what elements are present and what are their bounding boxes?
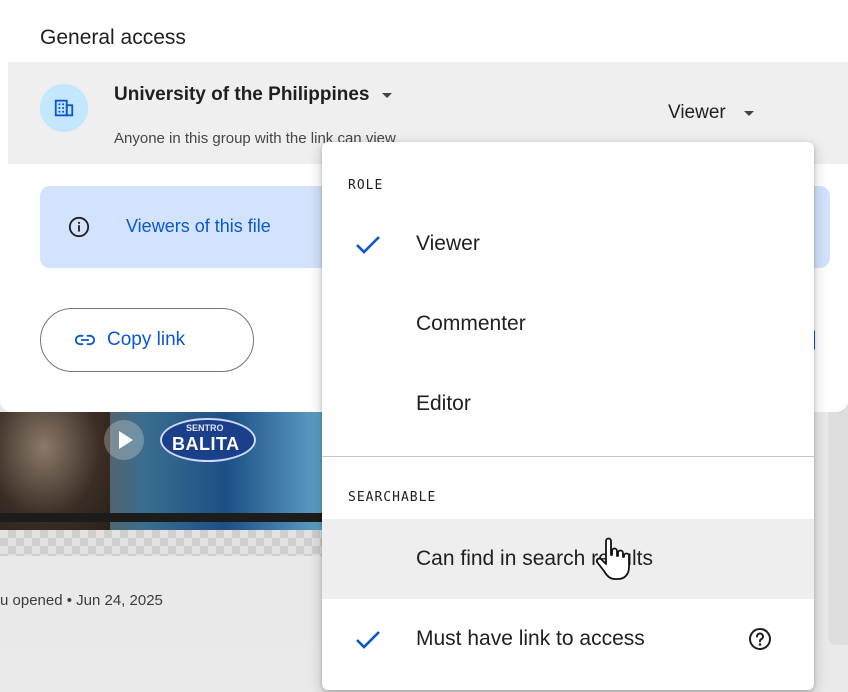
- menu-item-label: Viewer: [416, 232, 480, 255]
- background-card: [828, 405, 848, 645]
- organization-name: University of the Philippines: [114, 84, 370, 105]
- menu-item-label: Editor: [416, 392, 471, 415]
- menu-item-viewer[interactable]: Viewer: [322, 204, 814, 284]
- caret-down-icon: [381, 92, 392, 98]
- link-icon: [75, 334, 95, 346]
- info-banner-text: Viewers of this file: [126, 216, 271, 236]
- access-role-menu: ROLE Viewer Commenter Editor SEARCHABLE …: [322, 142, 814, 690]
- role-select-value: Viewer: [668, 102, 726, 123]
- thumbnail-logo-top: SENTRO: [186, 423, 224, 433]
- check-icon: [356, 236, 380, 254]
- help-icon[interactable]: [748, 627, 772, 651]
- copy-link-button[interactable]: Copy link: [40, 308, 254, 372]
- organization-icon: [40, 84, 88, 132]
- role-select[interactable]: Viewer: [668, 102, 754, 124]
- role-section-label: ROLE: [348, 178, 384, 193]
- file-opened-date: u opened • Jun 24, 2025: [0, 592, 163, 609]
- thumbnail-logo-main: BALITA: [172, 434, 240, 454]
- info-icon: [68, 216, 90, 238]
- play-icon: [104, 420, 144, 460]
- menu-item-commenter[interactable]: Commenter: [322, 284, 814, 364]
- caret-down-icon: [743, 110, 754, 116]
- menu-item-can-find-in-search[interactable]: Can find in search results: [322, 519, 814, 599]
- thumbnail-transparency-strip: [0, 530, 322, 556]
- menu-item-label: Must have link to access: [416, 627, 645, 650]
- copy-link-label: Copy link: [107, 329, 186, 350]
- hand-cursor-icon: [595, 537, 630, 580]
- check-icon: [356, 631, 380, 649]
- menu-item-must-have-link[interactable]: Must have link to access: [322, 599, 814, 679]
- organization-select[interactable]: University of the Philippines: [114, 84, 392, 106]
- menu-item-editor[interactable]: Editor: [322, 364, 814, 444]
- video-thumbnail[interactable]: SENTRO BALITA: [0, 412, 322, 530]
- menu-item-label: Commenter: [416, 312, 526, 335]
- menu-divider: [322, 456, 814, 457]
- thumbnail-logo: SENTRO BALITA: [160, 418, 256, 462]
- general-access-heading: General access: [40, 26, 186, 49]
- searchable-section-label: SEARCHABLE: [348, 490, 437, 505]
- thumbnail-ticker: [0, 513, 322, 522]
